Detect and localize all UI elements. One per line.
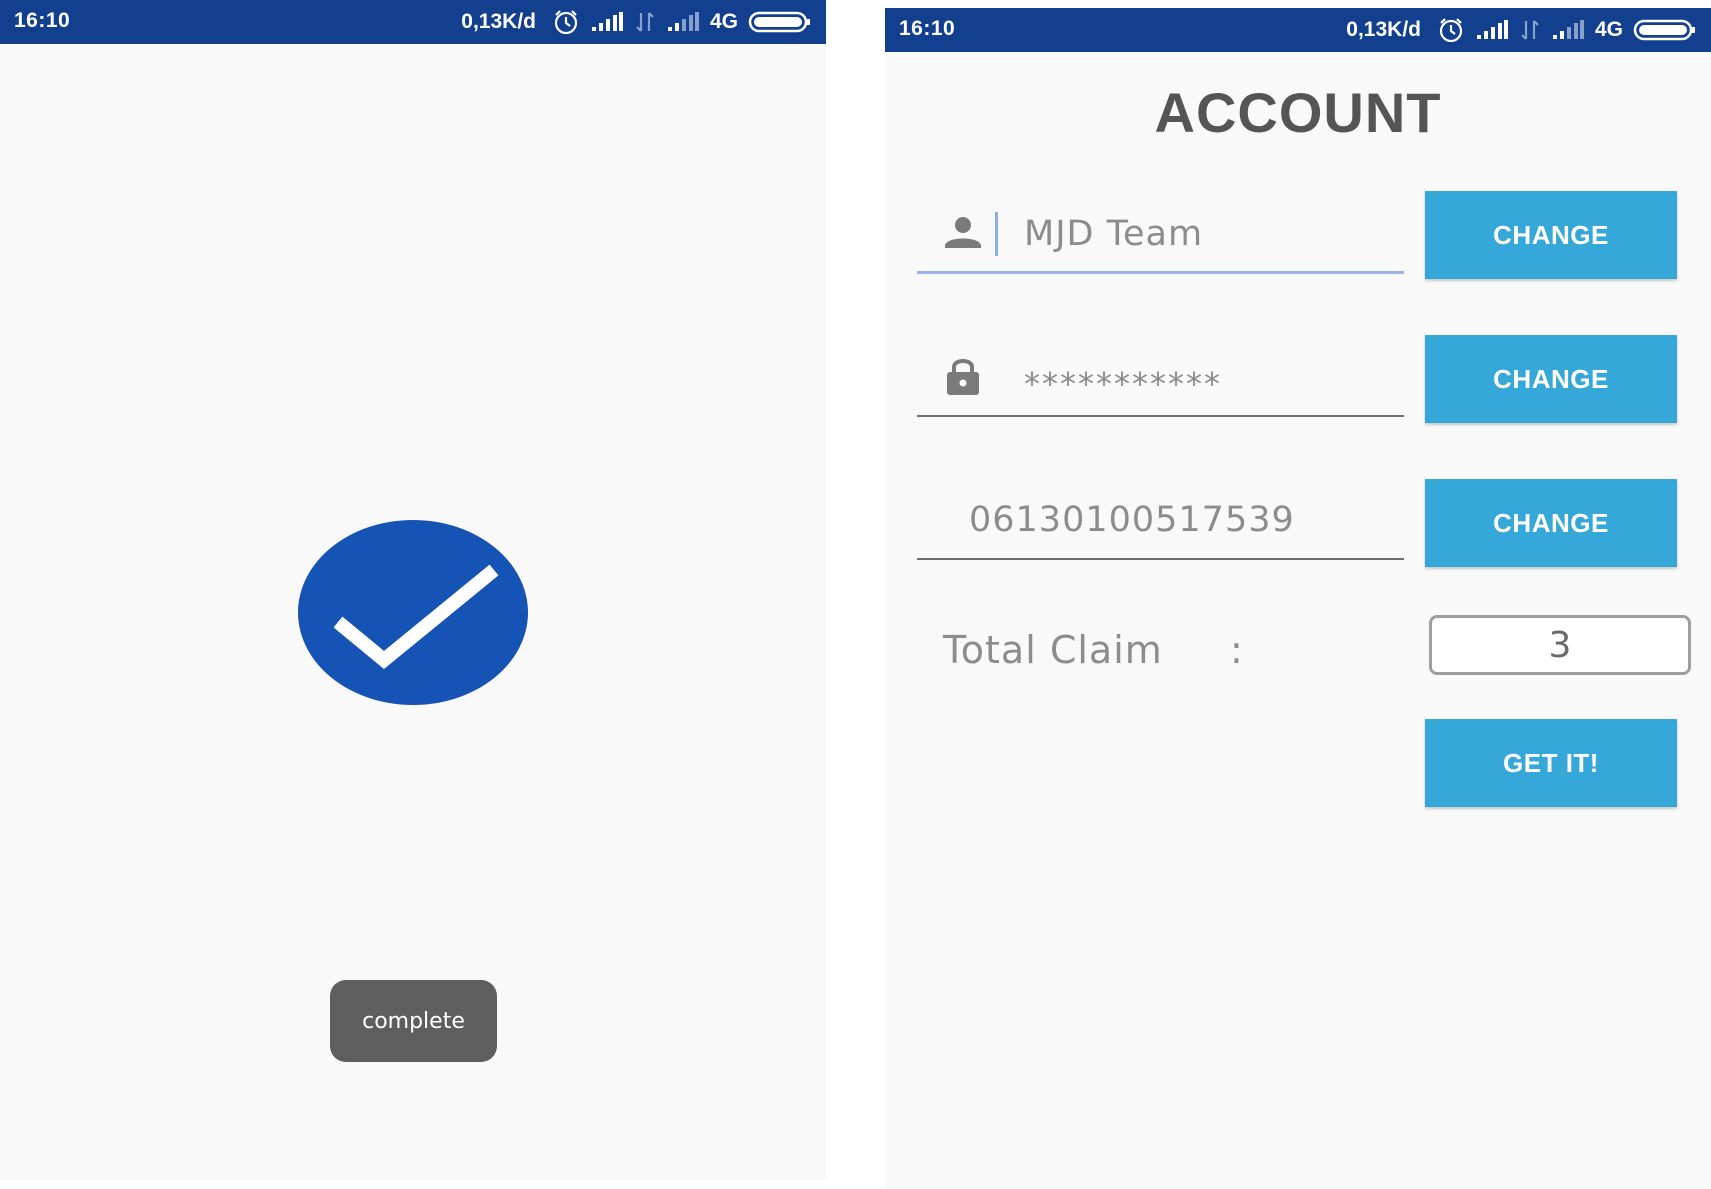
field-underline bbox=[917, 558, 1404, 560]
complete-screen: 16:10 0,13K/d 4G complete bbox=[0, 0, 826, 1180]
status-indicators: 0,13K/d 4G bbox=[461, 0, 812, 44]
battery-icon bbox=[1633, 18, 1697, 42]
username-value: MJD Team bbox=[1024, 214, 1204, 254]
signal-icon bbox=[590, 12, 624, 32]
status-time: 16:10 bbox=[899, 17, 956, 40]
network-speed: 0,13K/d bbox=[1346, 18, 1421, 41]
change-password-button[interactable]: CHANGE bbox=[1425, 335, 1677, 423]
status-bar: 16:10 0,13K/d 4G bbox=[885, 8, 1711, 52]
data-transfer-icon bbox=[634, 11, 656, 33]
checkmark-circle-icon bbox=[298, 520, 528, 705]
network-speed: 0,13K/d bbox=[461, 10, 536, 33]
complete-toast: complete bbox=[330, 980, 497, 1062]
phone-value: 06130100517539 bbox=[969, 500, 1295, 540]
battery-icon bbox=[748, 10, 812, 34]
status-time: 16:10 bbox=[14, 9, 71, 32]
field-underline bbox=[917, 271, 1404, 274]
network-type: 4G bbox=[1594, 18, 1623, 41]
page-title: ACCOUNT bbox=[1154, 81, 1442, 144]
status-bar: 16:10 0,13K/d 4G bbox=[0, 0, 826, 44]
person-icon bbox=[943, 212, 983, 254]
phone-field[interactable]: 06130100517539 bbox=[917, 474, 1404, 560]
lock-icon bbox=[943, 355, 983, 397]
signal-icon bbox=[1475, 20, 1509, 40]
signal-weak-icon bbox=[1551, 20, 1585, 40]
account-screen: 16:10 0,13K/d 4G ACCOUNT MJD Team CHANGE… bbox=[885, 8, 1711, 1189]
password-field[interactable]: *********** bbox=[917, 331, 1404, 417]
alarm-icon bbox=[552, 9, 580, 35]
get-it-button[interactable]: GET IT! bbox=[1425, 719, 1677, 807]
change-username-button[interactable]: CHANGE bbox=[1425, 191, 1677, 279]
network-type: 4G bbox=[709, 10, 738, 33]
data-transfer-icon bbox=[1519, 19, 1541, 41]
signal-weak-icon bbox=[666, 12, 700, 32]
total-claim-label: Total Claim bbox=[943, 628, 1163, 672]
password-value: *********** bbox=[1024, 365, 1222, 403]
total-claim-value: 3 bbox=[1429, 615, 1691, 675]
total-claim-separator: : bbox=[1230, 628, 1243, 672]
change-phone-button[interactable]: CHANGE bbox=[1425, 479, 1677, 567]
field-underline bbox=[917, 415, 1404, 417]
alarm-icon bbox=[1437, 17, 1465, 43]
status-indicators: 0,13K/d 4G bbox=[1346, 8, 1697, 52]
username-field[interactable]: MJD Team bbox=[917, 188, 1404, 274]
text-cursor bbox=[995, 212, 998, 256]
